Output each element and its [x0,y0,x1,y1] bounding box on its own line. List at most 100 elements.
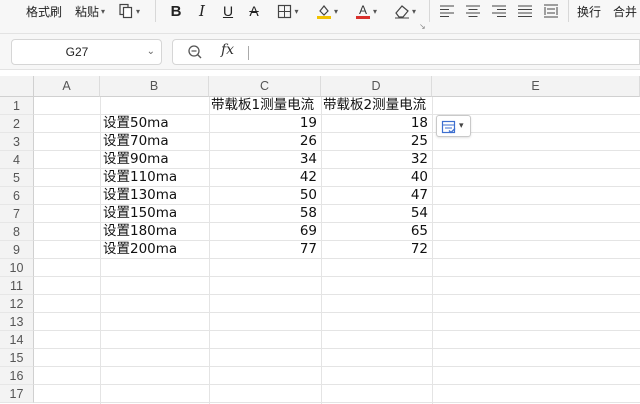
row-header[interactable]: 2 [0,115,34,133]
cell-c3[interactable]: 26 [211,132,317,150]
cell-c2[interactable]: 19 [211,114,317,132]
row-header[interactable]: 15 [0,349,34,367]
column-header-d[interactable]: D [321,76,432,97]
row-header[interactable]: 8 [0,223,34,241]
cell-c9[interactable]: 77 [211,240,317,258]
align-left-icon [440,5,454,17]
gridline [432,97,433,404]
column-header-b[interactable]: B [100,76,209,97]
cell-b7[interactable]: 设置150ma [103,204,207,222]
column-header-e[interactable]: E [432,76,640,97]
column-header-c[interactable]: C [209,76,321,97]
gridline [34,276,640,277]
dialog-launcher-icon[interactable]: ↘ [419,22,426,31]
align-left-button[interactable] [436,0,458,22]
distribute-button[interactable] [540,0,562,22]
column-header-a[interactable]: A [34,76,100,97]
row-header[interactable]: 1 [0,97,34,115]
cell-b6[interactable]: 设置130ma [103,186,207,204]
row-header[interactable]: 3 [0,133,34,151]
underline-icon: U [222,3,234,19]
cell-d4[interactable]: 32 [323,150,428,168]
format-painter-button[interactable]: 格式刷 [24,0,64,22]
cell-d2[interactable]: 18 [323,114,428,132]
bold-icon: B [170,2,182,20]
strikethrough-button[interactable]: A [244,0,264,22]
cell-b8[interactable]: 设置180ma [103,222,207,240]
cell-d1[interactable]: 带载板2测量电流 [323,96,431,114]
cell-b4[interactable]: 设置90ma [103,150,207,168]
cell-d8[interactable]: 65 [323,222,428,240]
row-header[interactable]: 6 [0,187,34,205]
chevron-down-icon: ▾ [411,6,416,16]
name-box[interactable]: G27 ⌄ [11,39,162,65]
row-header[interactable]: 10 [0,259,34,277]
cell-c8[interactable]: 69 [211,222,317,240]
eraser-icon [394,5,409,19]
name-box-value: G27 [65,45,89,59]
cell-c7[interactable]: 58 [211,204,317,222]
cell-c5[interactable]: 42 [211,168,317,186]
chevron-down-icon: ▾ [459,120,464,130]
row-header[interactable]: 4 [0,151,34,169]
cell-b5[interactable]: 设置110ma [103,168,207,186]
chevron-down-icon: ▾ [333,6,338,16]
chevron-down-icon[interactable]: ⌄ [147,46,155,57]
row-header[interactable]: 5 [0,169,34,187]
font-color-button[interactable]: A ▾ [349,0,383,22]
fx-icon[interactable]: fx [221,42,234,58]
paste-label: 粘贴 [74,4,99,19]
cursor-divider [248,46,249,60]
borders-button[interactable]: ▾ [272,0,304,22]
cell-c6[interactable]: 50 [211,186,317,204]
copy-button[interactable]: ▾ [113,0,145,22]
paste-options-icon [441,120,456,134]
cell-d6[interactable]: 47 [323,186,428,204]
cell-b3[interactable]: 设置70ma [103,132,207,150]
bold-button[interactable]: B [166,0,186,22]
align-right-button[interactable] [488,0,510,22]
row-header[interactable]: 16 [0,367,34,385]
wrap-text-label: 换行 [576,4,601,19]
cell-d5[interactable]: 40 [323,168,428,186]
row-header[interactable]: 13 [0,313,34,331]
paste-options-button[interactable]: ▾ [436,115,471,137]
justify-button[interactable] [514,0,536,22]
cell-c1[interactable]: 带载板1测量电流 [211,96,319,114]
merge-button[interactable]: 合并 [610,0,640,22]
row-header[interactable]: 17 [0,385,34,403]
zoom-icon[interactable] [187,43,203,66]
strikethrough-icon: A [249,3,259,19]
fill-bucket-icon [316,5,331,19]
cell-b9[interactable]: 设置200ma [103,240,207,258]
spreadsheet-grid[interactable]: A B C D E 1 2 3 4 5 6 7 8 9 10 11 12 13 … [0,70,640,404]
row-header[interactable]: 7 [0,205,34,223]
italic-button[interactable]: I [192,0,212,22]
cell-b2[interactable]: 设置50ma [103,114,207,132]
paste-button[interactable]: 粘贴 ▾ [70,0,110,22]
select-all-corner[interactable] [0,76,34,97]
gridline [209,97,210,404]
chevron-down-icon: ▾ [372,6,377,16]
formula-input[interactable]: fx [172,39,640,65]
toolbar-divider [568,0,569,22]
cell-c4[interactable]: 34 [211,150,317,168]
align-right-icon [492,5,506,17]
justify-icon [518,5,532,17]
cell-d3[interactable]: 25 [323,132,428,150]
clear-format-button[interactable]: ▾ [388,0,422,22]
align-center-button[interactable] [462,0,484,22]
row-header[interactable]: 12 [0,295,34,313]
fill-color-button[interactable]: ▾ [310,0,344,22]
toolbar-divider [155,0,156,22]
row-header[interactable]: 14 [0,331,34,349]
gridline [34,402,640,403]
row-header[interactable]: 11 [0,277,34,295]
format-painter-label: 格式刷 [25,4,62,19]
cell-d7[interactable]: 54 [323,204,428,222]
cell-d9[interactable]: 72 [323,240,428,258]
underline-button[interactable]: U [218,0,238,22]
row-header[interactable]: 9 [0,241,34,259]
wrap-text-button[interactable]: 换行 [574,0,604,22]
italic-icon: I [199,2,205,20]
